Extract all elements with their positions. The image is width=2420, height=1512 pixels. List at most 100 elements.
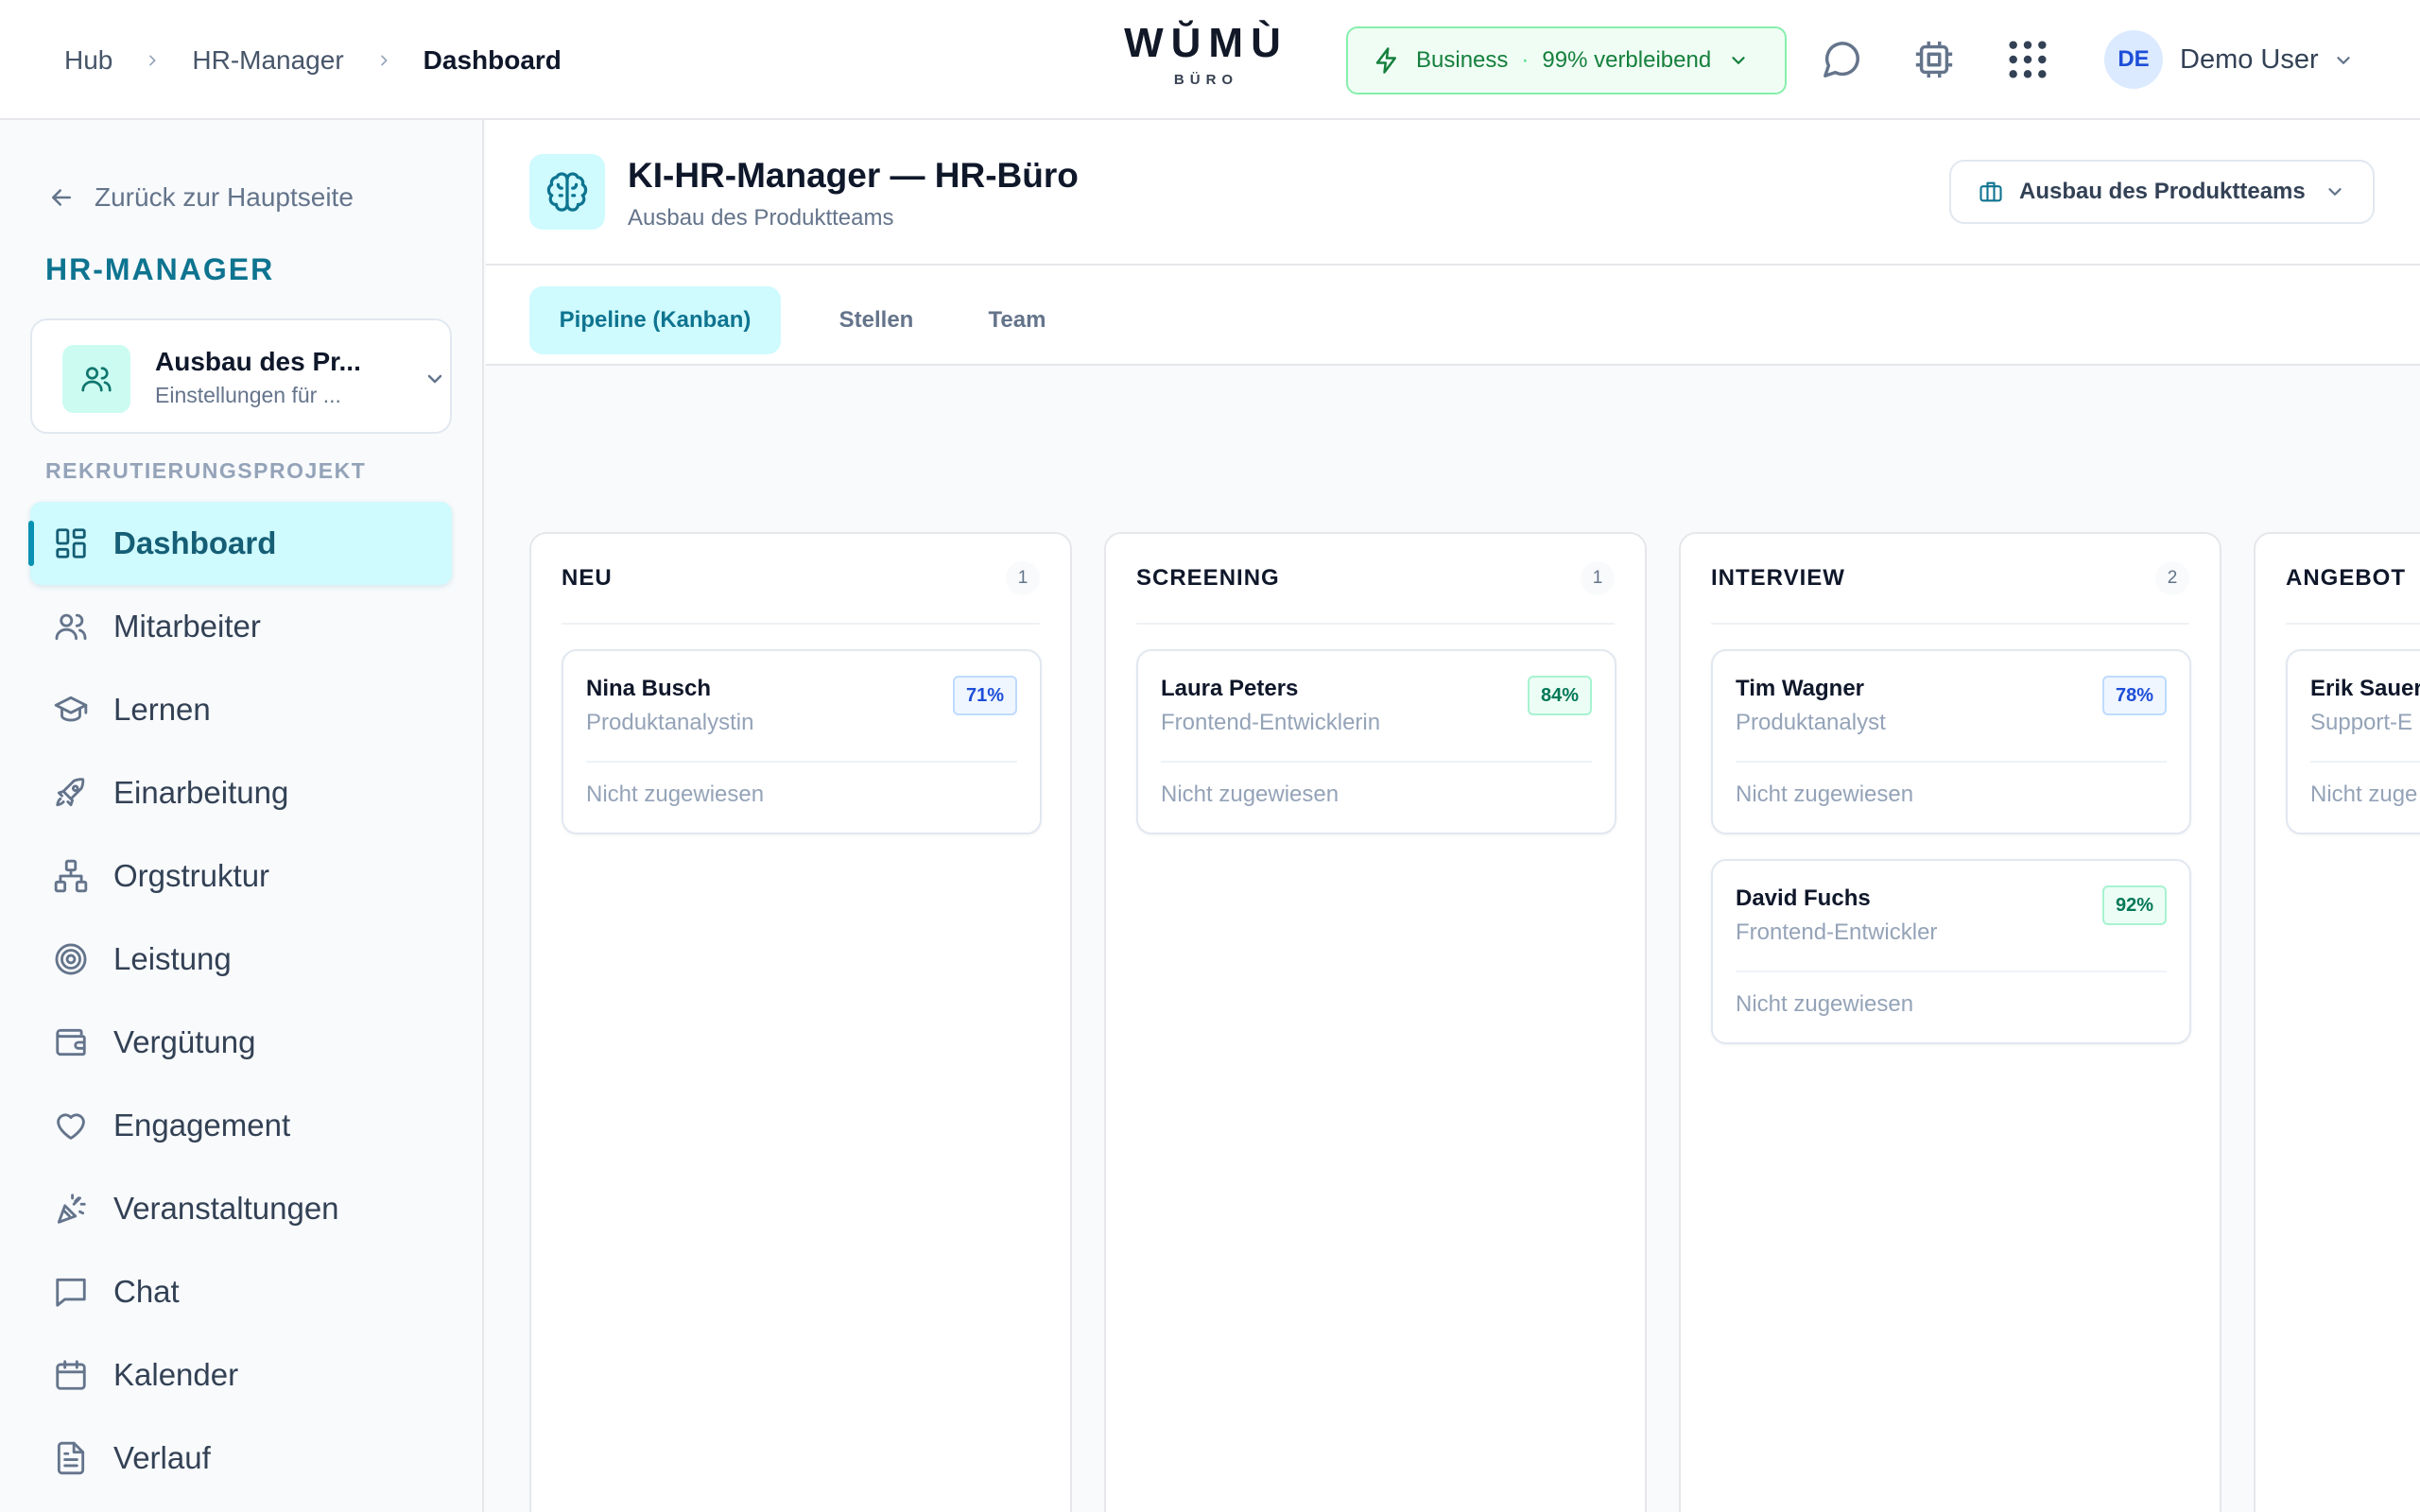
kanban-column-screening: SCREENING 1 Laura Peters Frontend-Entwic… <box>1104 532 1647 1512</box>
candidate-card[interactable]: Nina Busch Produktanalystin 71% Nicht zu… <box>562 649 1042 834</box>
candidate-role: Produktanalyst <box>1736 710 1886 735</box>
chevron-right-icon <box>380 55 388 65</box>
candidate-assignee: Nicht zuge <box>2310 782 2418 807</box>
users-icon <box>62 345 130 413</box>
project-subtitle: Einstellungen für ... <box>155 383 341 407</box>
tab-pipeline-kanban[interactable]: Pipeline (Kanban) <box>529 286 781 354</box>
sidebar-item-veranstaltungen[interactable]: Veranstaltungen <box>30 1167 452 1250</box>
back-to-main-link[interactable]: Zurück zur Hauptseite <box>47 182 354 213</box>
kanban-board: NEU 1 Nina Busch Produktanalystin 71% Ni… <box>486 368 2420 1512</box>
column-count: 1 <box>1581 561 1615 595</box>
chat-bubble-icon[interactable] <box>1820 38 1863 81</box>
tab-stellen[interactable]: Stellen <box>807 286 945 354</box>
sidebar-item-dashboard[interactable]: Dashboard <box>28 502 452 585</box>
candidate-assignee: Nicht zugewiesen <box>1736 991 1914 1017</box>
candidate-role: Frontend-Entwickler <box>1736 919 1938 945</box>
user-name[interactable]: Demo User <box>2180 0 2319 120</box>
sidebar-item-chat[interactable]: Chat <box>30 1250 452 1333</box>
column-count: 1 <box>1006 561 1040 595</box>
candidate-role: Frontend-Entwicklerin <box>1161 710 1381 735</box>
project-select-label: Ausbau des Produktteams <box>2019 179 2306 204</box>
sidebar-item-label: Dashboard <box>113 525 277 560</box>
column-title: ANGEBOT <box>2286 565 2406 591</box>
rocket-icon <box>56 778 85 807</box>
sidebar-item-label: Leistung <box>113 941 232 976</box>
plan-remaining: 99% verbleibend <box>1542 47 1712 73</box>
sidebar-item-orgstruktur[interactable]: Orgstruktur <box>30 834 452 918</box>
sidebar-item-lernen[interactable]: Lernen <box>30 668 452 751</box>
breadcrumb-hub[interactable]: Hub <box>64 45 112 76</box>
sidebar-brand: HR-MANAGER <box>45 252 275 286</box>
chevron-down-icon <box>2328 188 2342 196</box>
sidebar-section-label: REKRUTIERUNGSPROJEKT <box>45 458 367 483</box>
heart-icon <box>57 1113 85 1140</box>
breadcrumb-hr-manager[interactable]: HR-Manager <box>192 45 343 76</box>
page-subtitle: Ausbau des Produktteams <box>628 205 894 231</box>
kanban-column-interview: INTERVIEW 2 Tim Wagner Produktanalyst 78… <box>1679 532 2221 1512</box>
app-logo[interactable]: WŬMÙ BÜRO <box>1112 20 1301 89</box>
project-select[interactable]: Ausbau des Produktteams <box>1949 160 2375 224</box>
candidate-assignee: Nicht zugewiesen <box>586 782 765 807</box>
lightning-icon <box>1375 47 1396 74</box>
candidate-name: Nina Busch <box>586 676 712 701</box>
card-divider <box>1161 761 1592 763</box>
users-icon <box>55 613 87 641</box>
candidate-card[interactable]: Tim Wagner Produktanalyst 78% Nicht zuge… <box>1711 649 2191 834</box>
logo-wordmark: WŬMÙ <box>1124 20 1288 66</box>
chevron-down-icon[interactable] <box>2333 50 2354 71</box>
candidate-role: Produktanalystin <box>586 710 754 735</box>
candidate-card[interactable]: David Fuchs Frontend-Entwickler 92% Nich… <box>1711 859 2191 1044</box>
sidebar-item-verguetung[interactable]: Vergütung <box>30 1001 452 1084</box>
breadcrumb-dashboard: Dashboard <box>423 44 562 75</box>
chevron-right-icon <box>149 55 156 65</box>
candidate-assignee: Nicht zugewiesen <box>1736 782 1914 807</box>
sidebar-item-leistung[interactable]: Leistung <box>30 918 452 1001</box>
sidebar-item-label: Verlauf <box>113 1440 211 1475</box>
column-header: INTERVIEW 2 <box>1711 534 2189 625</box>
document-icon <box>57 1441 85 1475</box>
dashboard-icon <box>56 528 86 558</box>
sidebar-item-label: Kalender <box>113 1357 239 1392</box>
sidebar-item-label: Veranstaltungen <box>113 1191 339 1226</box>
plan-usage-button[interactable]: Business · 99% verbleibend <box>1346 26 1787 94</box>
logo-subtitle: BÜRO <box>1173 72 1239 88</box>
candidate-card[interactable]: Erik Sauer Support-E Nicht zuge <box>2286 649 2420 834</box>
chevron-down-icon <box>427 374 442 384</box>
briefcase-icon <box>1979 181 2002 202</box>
back-label: Zurück zur Hauptseite <box>95 182 354 212</box>
candidate-name: Erik Sauer <box>2310 676 2420 701</box>
cpu-chip-icon[interactable] <box>1912 38 1956 81</box>
arrow-left-icon <box>52 189 71 206</box>
chevron-down-icon <box>1732 57 1745 64</box>
brain-icon <box>529 154 605 230</box>
column-count: 2 <box>2155 561 2189 595</box>
plan-separator: · <box>1521 47 1530 73</box>
card-divider <box>1736 971 2167 972</box>
apps-grid-icon[interactable] <box>2006 38 2049 81</box>
sidebar-item-label: Chat <box>113 1274 180 1309</box>
column-title: SCREENING <box>1136 565 1280 591</box>
project-title: Ausbau des Pr... <box>155 347 361 376</box>
candidate-name: Tim Wagner <box>1736 676 1865 701</box>
sidebar-item-engagement[interactable]: Engagement <box>30 1084 452 1167</box>
sidebar-item-kalender[interactable]: Kalender <box>30 1333 452 1417</box>
column-title: INTERVIEW <box>1711 565 1845 591</box>
sidebar-item-label: Einarbeitung <box>113 775 289 810</box>
sidebar-item-label: Engagement <box>113 1108 291 1143</box>
candidate-role: Support-E <box>2310 710 2413 735</box>
project-switcher[interactable]: Ausbau des Pr... Einstellungen für ... <box>30 318 452 434</box>
page-header: KI-HR-Manager — HR-Büro Ausbau des Produ… <box>486 120 2420 266</box>
sidebar-item-verlauf[interactable]: Verlauf <box>30 1417 452 1500</box>
tab-team[interactable]: Team <box>962 286 1072 354</box>
candidate-card[interactable]: Laura Peters Frontend-Entwicklerin 84% N… <box>1136 649 1616 834</box>
sidebar-item-einarbeitung[interactable]: Einarbeitung <box>30 751 452 834</box>
card-divider <box>2310 761 2420 763</box>
sidebar-item-label: Orgstruktur <box>113 858 270 893</box>
chat-icon <box>56 1278 86 1307</box>
top-header: Hub HR-Manager Dashboard WŬMÙ BÜRO Busin… <box>0 0 2420 120</box>
user-avatar[interactable]: DE <box>2104 30 2163 89</box>
match-score-badge: 71% <box>952 676 1017 715</box>
sidebar-item-mitarbeiter[interactable]: Mitarbeiter <box>30 585 452 668</box>
card-divider <box>586 761 1017 763</box>
sidebar-item-label: Mitarbeiter <box>113 609 261 644</box>
